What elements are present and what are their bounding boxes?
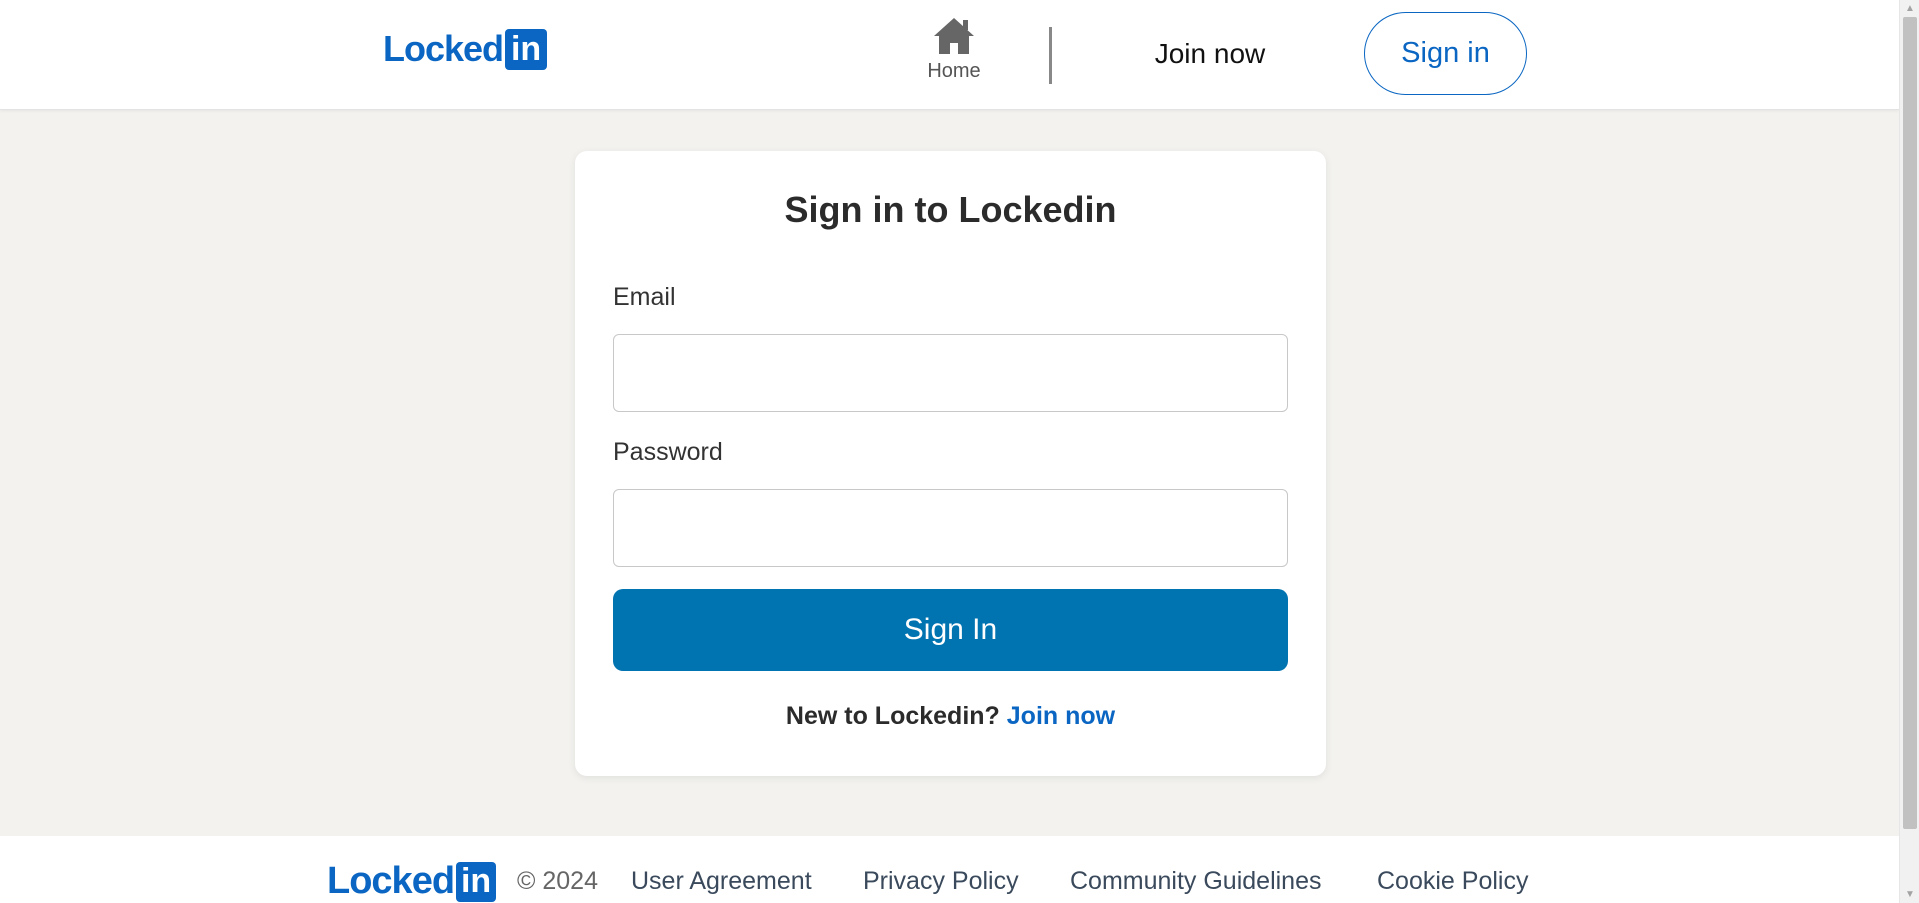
email-label: Email bbox=[613, 283, 676, 311]
logo-wordmark: Locked bbox=[383, 28, 504, 69]
page: Locked in Home Join now Sign in Sign in t… bbox=[0, 0, 1899, 903]
join-now-link[interactable]: Join now bbox=[1130, 33, 1290, 75]
sign-in-title: Sign in to Lockedin bbox=[784, 189, 1117, 230]
email-field[interactable] bbox=[613, 334, 1288, 412]
sign-in-card: Sign in to Lockedin Email Password Sign … bbox=[575, 151, 1326, 776]
footer-link-community-guidelines[interactable]: Community Guidelines bbox=[1070, 867, 1322, 896]
scrollbar-thumb[interactable] bbox=[1903, 17, 1917, 829]
password-field[interactable] bbox=[613, 489, 1288, 567]
nav-divider bbox=[1049, 27, 1052, 84]
footer-link-cookie-policy[interactable]: Cookie Policy bbox=[1377, 867, 1528, 896]
home-icon bbox=[934, 18, 974, 54]
nav-home-link[interactable]: Home bbox=[920, 16, 988, 90]
nav-home-label: Home bbox=[927, 60, 981, 82]
lockedin-logo[interactable]: Locked in bbox=[383, 28, 548, 70]
footer-link-user-agreement[interactable]: User Agreement bbox=[631, 867, 812, 896]
footer-logo-wordmark: Locked bbox=[327, 860, 455, 902]
logo-in-box: in bbox=[505, 28, 548, 70]
footer-logo-in-box: in bbox=[456, 861, 497, 902]
join-now-inline-link[interactable]: Join now bbox=[1007, 702, 1115, 730]
vertical-scrollbar[interactable]: ▲ ▼ bbox=[1899, 0, 1919, 903]
sign-in-submit-button[interactable]: Sign In bbox=[613, 589, 1288, 671]
footer-copyright: © 2024 bbox=[517, 867, 598, 895]
scroll-down-arrow-icon[interactable]: ▼ bbox=[1900, 886, 1919, 903]
new-user-text: New to Lockedin? bbox=[785, 702, 1000, 730]
scroll-up-arrow-icon[interactable]: ▲ bbox=[1900, 0, 1919, 17]
browser-viewport: Locked in Home Join now Sign in Sign in t… bbox=[0, 0, 1919, 903]
sign-in-button[interactable]: Sign in bbox=[1364, 12, 1527, 95]
footer-link-privacy-policy[interactable]: Privacy Policy bbox=[863, 867, 1019, 896]
footer-lockedin-logo[interactable]: Locked in bbox=[327, 860, 497, 903]
password-label: Password bbox=[613, 438, 723, 466]
top-nav-bar: Locked in Home Join now Sign in bbox=[0, 0, 1899, 110]
new-user-prompt: New to Lockedin? Join now bbox=[575, 702, 1326, 731]
footer: Locked in © 2024 User Agreement Privacy P… bbox=[0, 836, 1899, 903]
